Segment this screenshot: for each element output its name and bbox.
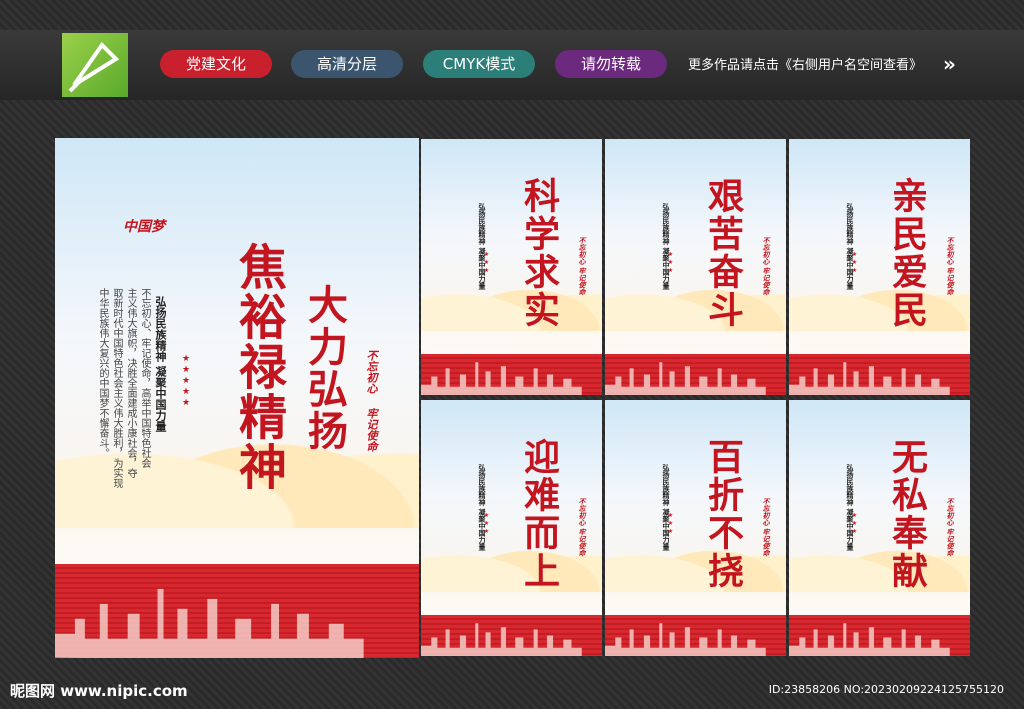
main-poster: 中国梦 焦裕禄精神 大力弘扬 不忘初心 牢记使命 ★★★★★ 弘扬民族精神 凝聚…	[55, 138, 419, 658]
city-skyline	[605, 362, 766, 395]
main-title: 焦裕禄精神	[230, 242, 286, 492]
small-poster: 百折不挠 不忘初心 牢记使命 弘扬民族精神 凝聚中国力量 ★★★	[605, 400, 786, 656]
slogan-2: 牢记使命	[365, 408, 378, 452]
china-dream-logo: 中国梦	[123, 219, 165, 235]
tag-cmyk[interactable]: CMYK模式	[423, 50, 535, 78]
city-skyline	[789, 362, 950, 395]
body-line-3: 取新时代中国特色社会主义伟大胜利，为实现	[111, 288, 122, 488]
image-id: ID:23858206 NO:20230209224125755120	[768, 683, 1004, 696]
main-heading: 弘扬民族精神 凝聚中国力量	[154, 296, 167, 432]
stars-decoration: ★★★	[483, 512, 490, 536]
city-skyline	[421, 362, 582, 395]
small-poster: 艰苦奋斗 不忘初心 牢记使命 弘扬民族精神 凝聚中国力量 ★★★	[605, 139, 786, 395]
cloud-decoration	[789, 528, 970, 592]
slogan-1: 不忘初心	[365, 350, 378, 394]
cloud-decoration	[605, 528, 786, 592]
small-poster-heading: 弘扬民族精神 凝聚中国力量	[478, 203, 486, 290]
stars-decoration: ★★★	[667, 251, 674, 275]
stars-decoration: ★★★	[851, 512, 858, 536]
small-poster: 亲民爱民 不忘初心 牢记使命 弘扬民族精神 凝聚中国力量 ★★★	[789, 139, 970, 395]
small-poster-slogan: 不忘初心 牢记使命	[578, 498, 586, 557]
cloud-decoration	[605, 267, 786, 331]
small-poster-heading: 弘扬民族精神 凝聚中国力量	[846, 203, 854, 290]
small-poster-title: 亲民爱民	[886, 177, 928, 329]
city-skyline	[55, 589, 364, 658]
main-subtitle: 大力弘扬	[301, 284, 348, 452]
tag-hd-layers[interactable]: 高清分层	[291, 50, 403, 78]
small-poster: 科学求实 不忘初心 牢记使命 弘扬民族精神 凝聚中国力量 ★★★	[421, 139, 602, 395]
pen-nib-icon	[68, 41, 120, 93]
site-watermark: 昵图网 www.nipic.com	[10, 682, 188, 700]
cloud-decoration	[421, 528, 602, 592]
small-poster-slogan: 不忘初心 牢记使命	[946, 498, 954, 557]
cloud-decoration	[789, 267, 970, 331]
notice-text[interactable]: 更多作品请点击《右侧用户名空间查看》	[688, 54, 922, 73]
city-skyline	[605, 623, 766, 656]
small-poster-title: 百折不挠	[702, 438, 744, 590]
tag-no-repost[interactable]: 请勿转载	[555, 50, 667, 78]
small-poster-title: 科学求实	[518, 177, 560, 329]
city-skyline	[789, 623, 950, 656]
small-poster-heading: 弘扬民族精神 凝聚中国力量	[662, 464, 670, 551]
body-line-1: 不忘初心、牢记使命，高举中国特色社会	[139, 288, 150, 468]
body-line-4: 中华民族伟大复兴的中国梦不懈奋斗。	[97, 288, 108, 458]
city-skyline	[421, 623, 582, 656]
tag-party-culture[interactable]: 党建文化	[160, 50, 272, 78]
small-poster-title: 迎难而上	[518, 438, 560, 590]
small-poster-slogan: 不忘初心 牢记使命	[946, 237, 954, 296]
small-poster: 无私奉献 不忘初心 牢记使命 弘扬民族精神 凝聚中国力量 ★★★	[789, 400, 970, 656]
stars-decoration: ★★★	[851, 251, 858, 275]
small-poster-slogan: 不忘初心 牢记使命	[762, 237, 770, 296]
small-poster-title: 无私奉献	[886, 438, 928, 590]
stars-decoration: ★★★	[483, 251, 490, 275]
small-poster-slogan: 不忘初心 牢记使命	[762, 498, 770, 557]
small-poster-heading: 弘扬民族精神 凝聚中国力量	[846, 464, 854, 551]
brand-logo	[62, 33, 128, 97]
double-chevron-right-icon[interactable]: »	[943, 52, 956, 76]
stars-decoration: ★★★★★	[181, 354, 191, 409]
small-poster-heading: 弘扬民族精神 凝聚中国力量	[478, 464, 486, 551]
small-poster-slogan: 不忘初心 牢记使命	[578, 237, 586, 296]
stars-decoration: ★★★	[667, 512, 674, 536]
small-poster-title: 艰苦奋斗	[702, 177, 744, 329]
cloud-decoration	[421, 267, 602, 331]
small-poster-heading: 弘扬民族精神 凝聚中国力量	[662, 203, 670, 290]
small-poster: 迎难而上 不忘初心 牢记使命 弘扬民族精神 凝聚中国力量 ★★★	[421, 400, 602, 656]
body-line-2: 主义伟大旗帜，决胜全面建成小康社会，夺	[125, 288, 136, 478]
